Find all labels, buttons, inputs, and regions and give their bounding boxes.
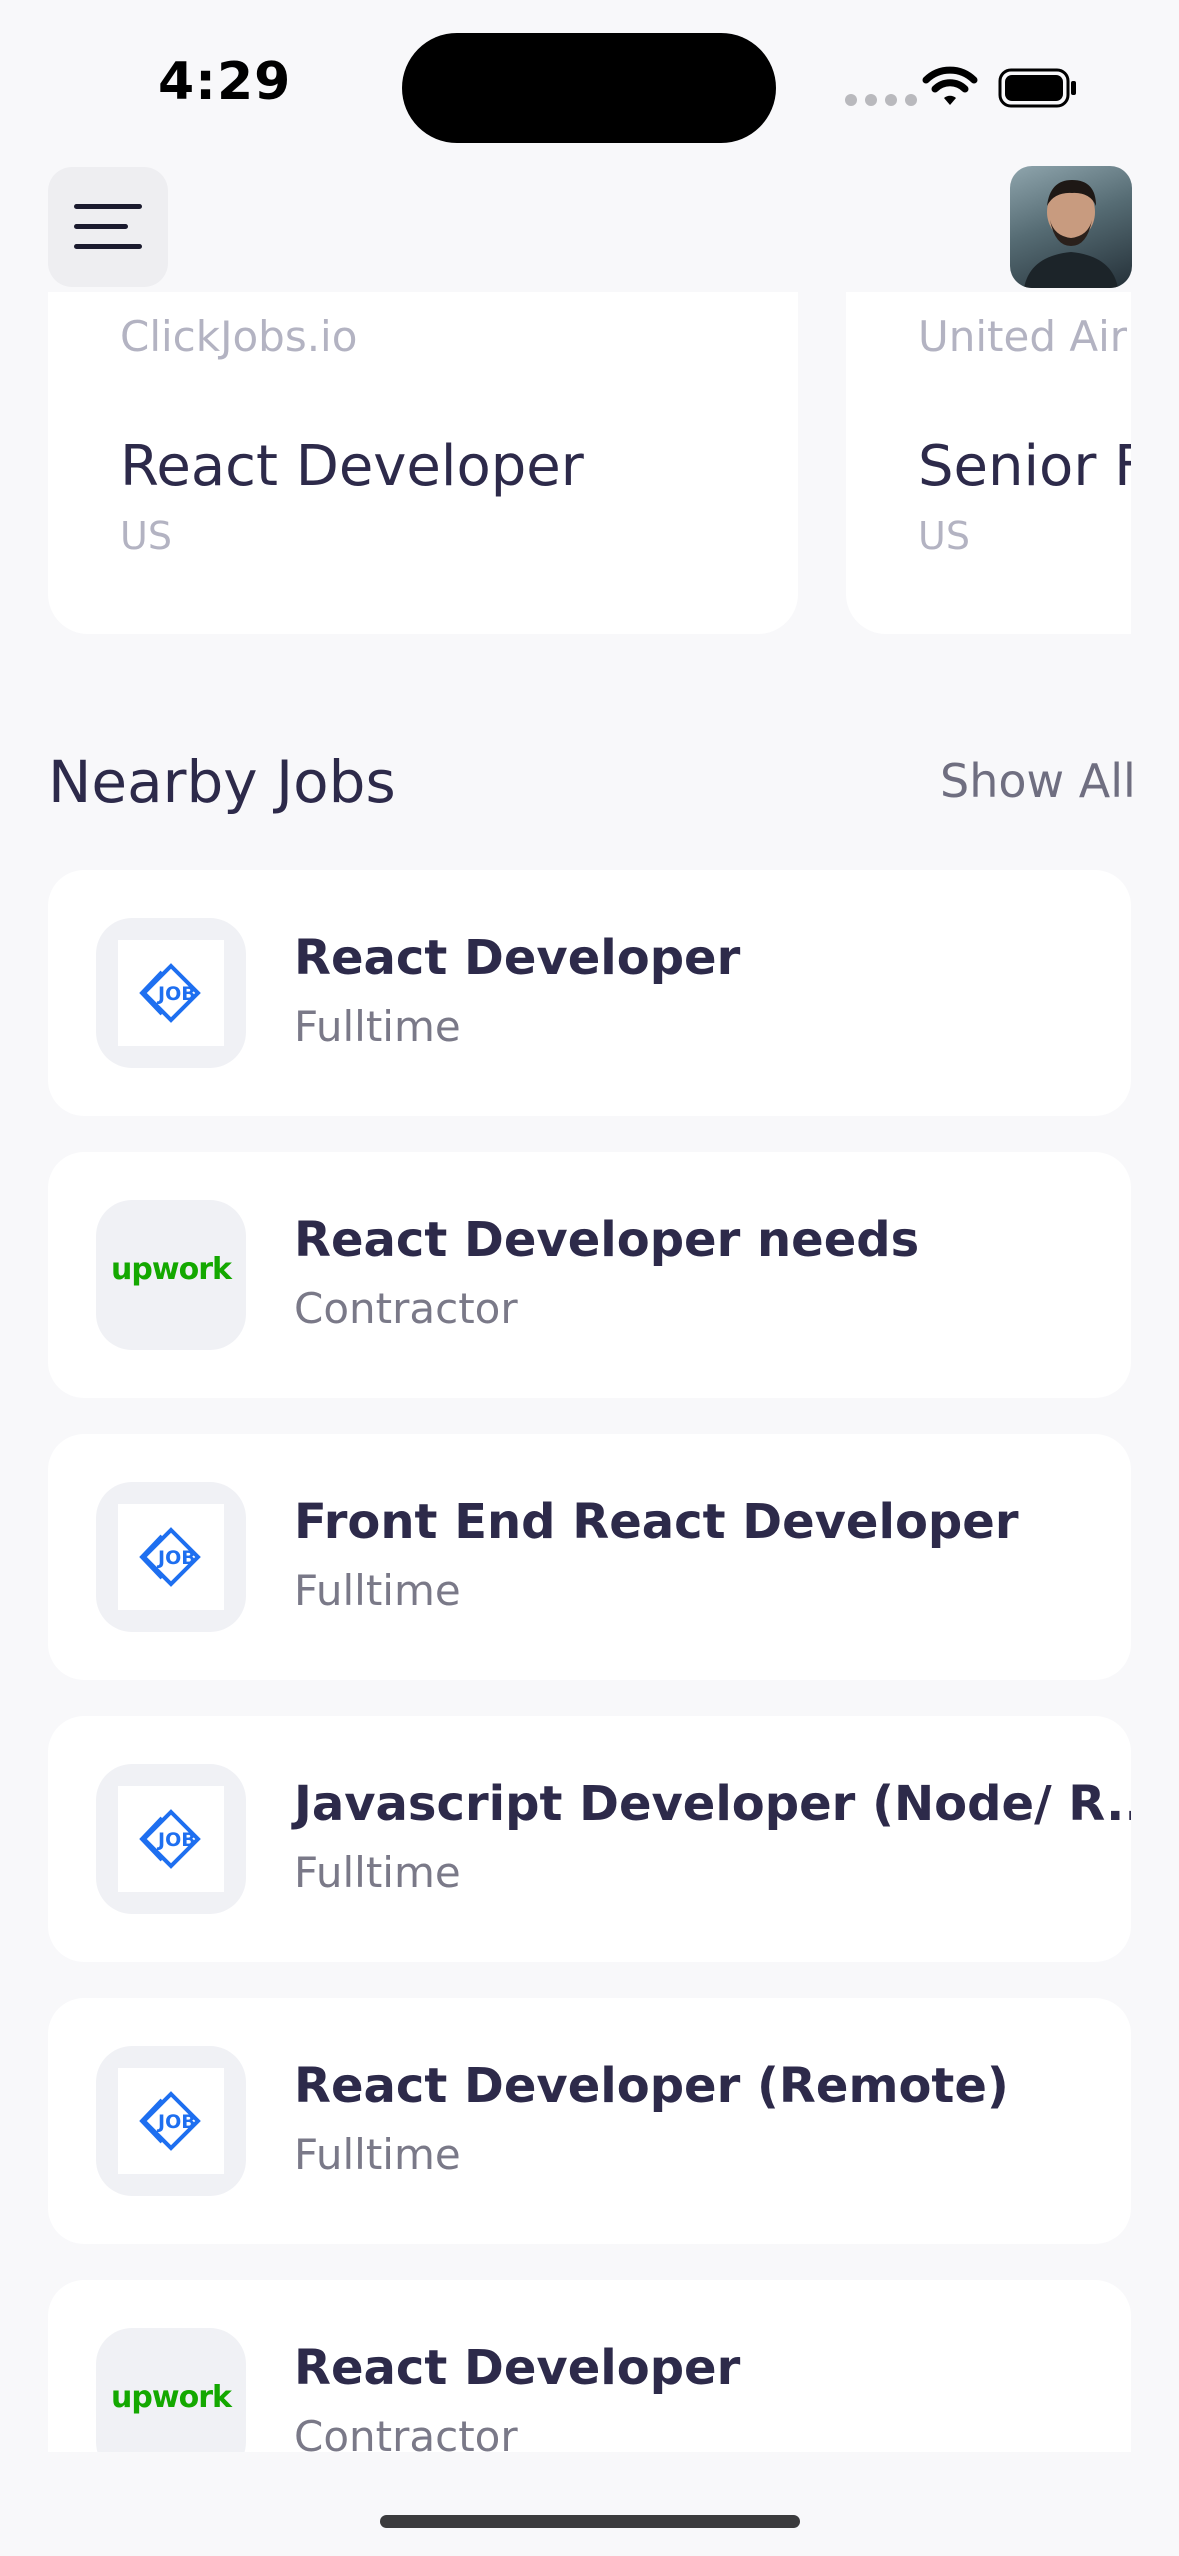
home-indicator[interactable] bbox=[380, 2515, 800, 2528]
job-card[interactable]: JOB Javascript Developer (Node/ R... Ful… bbox=[48, 1716, 1131, 1962]
avatar[interactable] bbox=[1010, 166, 1132, 288]
upwork-logo: upwork bbox=[111, 1252, 232, 1287]
job-card[interactable]: JOB React Developer (Remote) Fulltime bbox=[48, 1998, 1131, 2244]
job-location: US bbox=[120, 514, 172, 558]
company-name: United Air bbox=[918, 312, 1128, 361]
popular-job-card[interactable]: ClickJobs.io React Developer US bbox=[48, 292, 798, 634]
popular-job-card[interactable]: United Air Senior F US bbox=[846, 292, 1131, 634]
job-title: React Developer bbox=[120, 434, 584, 499]
company-name: ClickJobs.io bbox=[120, 312, 358, 361]
job-title: React Developer (Remote) bbox=[294, 2058, 1009, 2114]
job-logo-icon: JOB bbox=[139, 1809, 201, 1869]
status-time: 4:29 bbox=[158, 52, 292, 112]
battery-icon bbox=[998, 68, 1076, 108]
job-type: Fulltime bbox=[294, 2130, 461, 2179]
section-title: Nearby Jobs bbox=[48, 748, 396, 816]
show-all-link[interactable]: Show All bbox=[940, 754, 1136, 808]
job-logo-icon: JOB bbox=[139, 1527, 201, 1587]
job-card[interactable]: JOB Front End React Developer Fulltime bbox=[48, 1434, 1131, 1680]
company-logo: upwork bbox=[96, 1200, 246, 1350]
job-type: Fulltime bbox=[294, 1002, 461, 1051]
job-type: Fulltime bbox=[294, 1848, 461, 1897]
menu-button[interactable] bbox=[48, 167, 168, 287]
job-title: Front End React Developer bbox=[294, 1494, 1019, 1550]
svg-text:JOB: JOB bbox=[156, 1547, 196, 1569]
cellular-signal-icon bbox=[845, 94, 917, 106]
job-title: Senior F bbox=[918, 434, 1131, 499]
job-logo-icon: JOB bbox=[139, 963, 201, 1023]
company-logo: JOB bbox=[96, 918, 246, 1068]
job-title: React Developer bbox=[294, 930, 741, 986]
job-logo-icon: JOB bbox=[139, 2091, 201, 2151]
company-logo: JOB bbox=[96, 1764, 246, 1914]
job-title: React Developer bbox=[294, 2340, 741, 2396]
job-title: Javascript Developer (Node/ R... bbox=[294, 1776, 1131, 1832]
job-card[interactable]: upwork React Developer Contractor bbox=[48, 2280, 1131, 2452]
svg-text:JOB: JOB bbox=[156, 1829, 196, 1851]
job-card[interactable]: upwork React Developer needs Contractor bbox=[48, 1152, 1131, 1398]
job-type: Fulltime bbox=[294, 1566, 461, 1615]
popular-jobs-carousel[interactable]: ClickJobs.io React Developer US United A… bbox=[0, 292, 1131, 642]
svg-text:JOB: JOB bbox=[156, 2111, 196, 2133]
job-card[interactable]: JOB React Developer Fulltime bbox=[48, 870, 1131, 1116]
nearby-jobs-list[interactable]: JOB React Developer Fulltime upwork Reac… bbox=[48, 870, 1131, 2452]
job-type: Contractor bbox=[294, 1284, 518, 1333]
svg-text:JOB: JOB bbox=[156, 983, 196, 1005]
user-avatar-image bbox=[1024, 180, 1118, 288]
upwork-logo: upwork bbox=[111, 2380, 232, 2415]
company-logo: JOB bbox=[96, 2046, 246, 2196]
job-title: React Developer needs bbox=[294, 1212, 920, 1268]
job-type: Contractor bbox=[294, 2412, 518, 2452]
dynamic-island bbox=[402, 33, 776, 143]
wifi-icon bbox=[922, 66, 978, 105]
job-location: US bbox=[918, 514, 970, 558]
company-logo: upwork bbox=[96, 2328, 246, 2452]
company-logo: JOB bbox=[96, 1482, 246, 1632]
